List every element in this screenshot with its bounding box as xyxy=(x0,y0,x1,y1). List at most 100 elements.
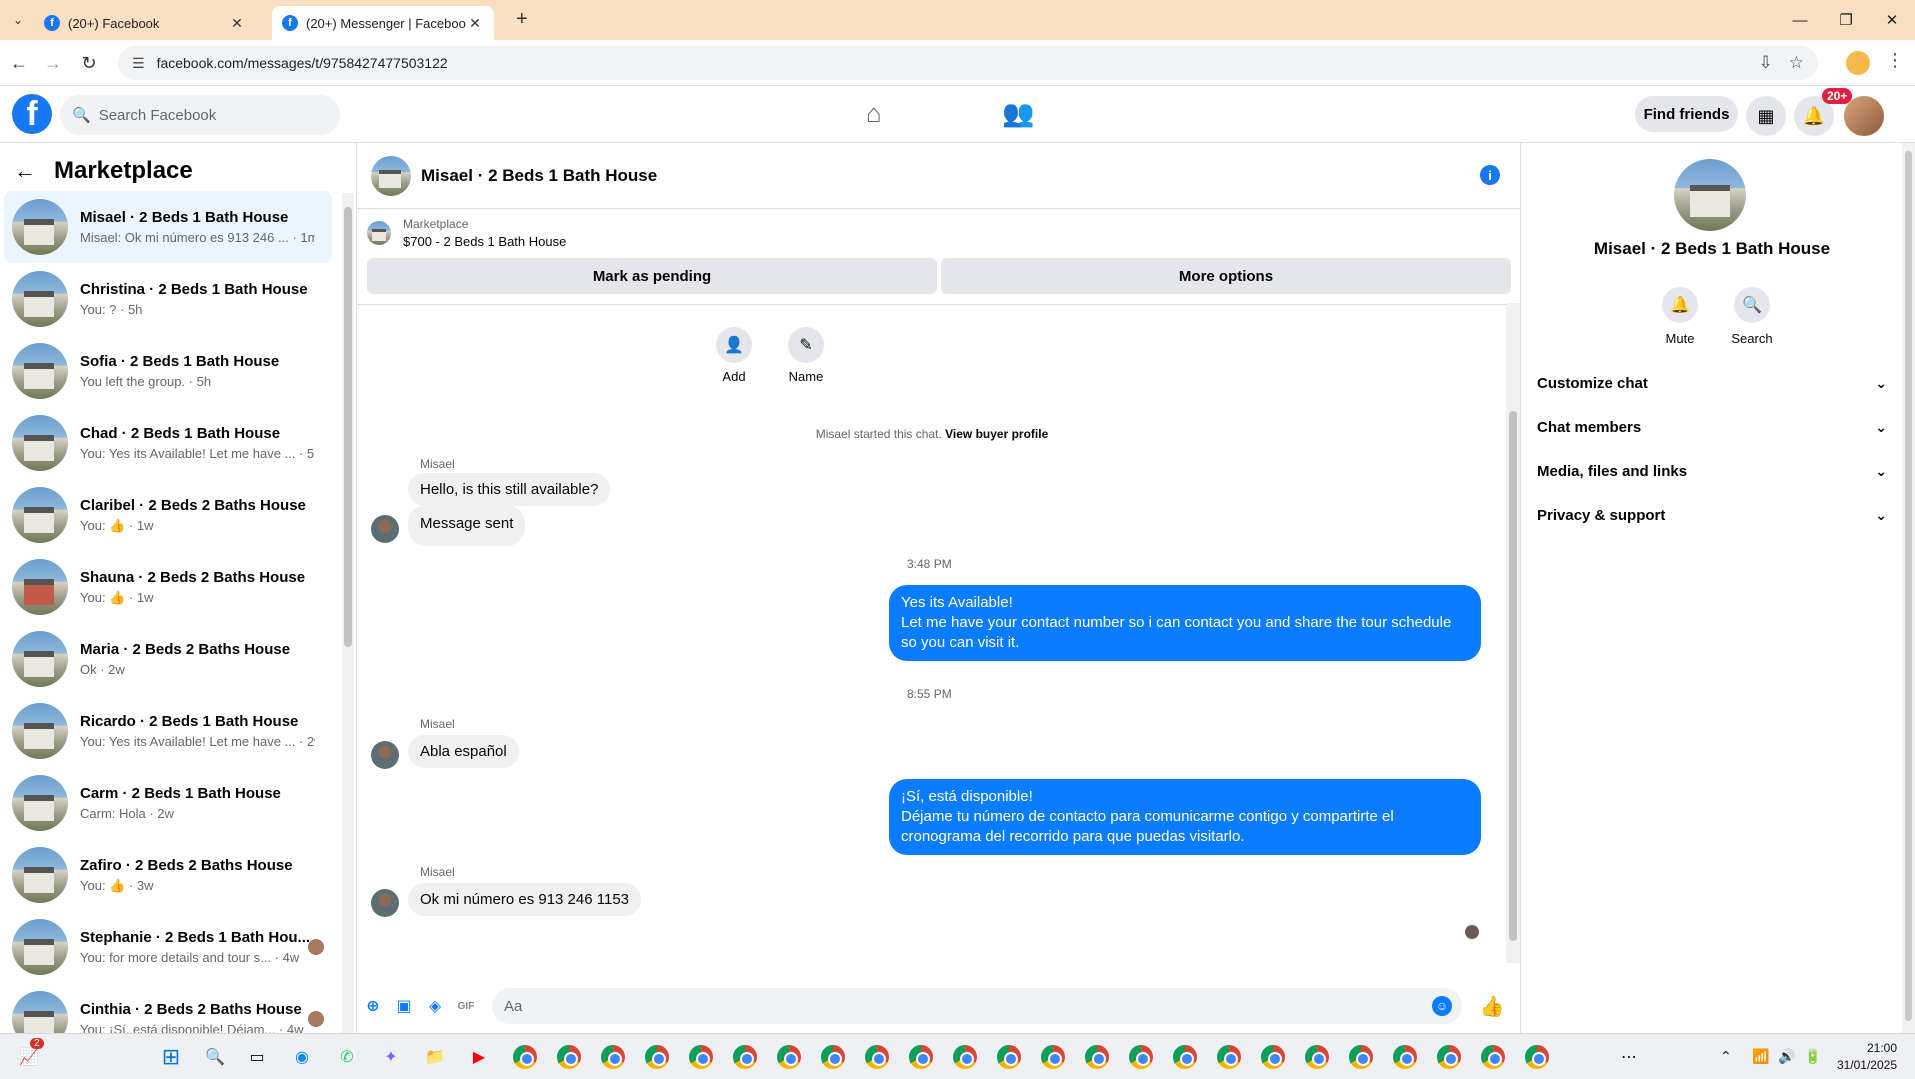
tray-chevron-icon[interactable]: ⌃ xyxy=(1720,1048,1732,1065)
chrome-taskbar-icon[interactable] xyxy=(730,1042,760,1072)
conversation-item[interactable]: Cinthia · 2 Beds 2 Baths House You: ¡Sí, … xyxy=(4,983,332,1033)
chat-members-section[interactable]: Chat members ⌄ xyxy=(1537,409,1887,445)
conversation-item[interactable]: Sofia · 2 Beds 1 Bath House You left the … xyxy=(4,335,332,407)
conversation-item[interactable]: Christina · 2 Beds 1 Bath House You: ? · … xyxy=(4,263,332,335)
system-clock[interactable]: 21:00 31/01/2025 xyxy=(1837,1040,1897,1074)
account-avatar[interactable] xyxy=(1844,96,1884,136)
chrome-taskbar-icon[interactable] xyxy=(906,1042,936,1072)
marketplace-listing-banner[interactable]: Marketplace $700 - 2 Beds 1 Bath House xyxy=(367,217,566,249)
chat-scrollbar[interactable] xyxy=(1506,303,1520,963)
sender-avatar[interactable] xyxy=(371,741,399,769)
tab-search-chevron-icon[interactable]: ⌄ xyxy=(6,8,30,32)
chrome-taskbar-icon[interactable] xyxy=(1302,1042,1332,1072)
mark-as-pending-button[interactable]: Mark as pending xyxy=(367,258,937,294)
conversation-item[interactable]: Carm · 2 Beds 1 Bath House Carm: Hola · 2… xyxy=(4,767,332,839)
chrome-taskbar-icon[interactable] xyxy=(994,1042,1024,1072)
volume-icon[interactable]: 🔊 xyxy=(1778,1048,1795,1065)
close-window-icon[interactable]: ✕ xyxy=(1869,0,1915,40)
chrome-taskbar-icon[interactable] xyxy=(1434,1042,1464,1072)
facebook-logo-icon[interactable]: f xyxy=(12,94,52,134)
chrome-taskbar-icon[interactable] xyxy=(554,1042,584,1072)
chrome-taskbar-icon[interactable] xyxy=(1126,1042,1156,1072)
info-icon[interactable]: i xyxy=(1480,165,1500,185)
chrome-taskbar-icon[interactable] xyxy=(598,1042,628,1072)
media-files-links-section[interactable]: Media, files and links ⌄ xyxy=(1537,453,1887,489)
sidebar-scrollbar[interactable] xyxy=(342,193,354,1033)
chrome-taskbar-icon[interactable] xyxy=(774,1042,804,1072)
outgoing-message[interactable]: Yes its Available! Let me have your cont… xyxy=(889,585,1481,661)
photo-icon[interactable]: ▣ xyxy=(394,996,414,1016)
add-people-button[interactable]: 👤 Add xyxy=(704,327,764,384)
wifi-icon[interactable]: 📶 xyxy=(1752,1048,1769,1065)
conversation-item[interactable]: Ricardo · 2 Beds 1 Bath House You: Yes it… xyxy=(4,695,332,767)
address-bar[interactable]: ☰ facebook.com/messages/t/97584274775031… xyxy=(118,46,1818,80)
site-settings-icon[interactable]: ☰ xyxy=(132,55,145,72)
browser-tab-messenger[interactable]: f (20+) Messenger | Facebook ✕ xyxy=(272,6,494,40)
gif-icon[interactable]: GIF xyxy=(456,996,476,1016)
sender-avatar[interactable] xyxy=(371,515,399,543)
plus-icon[interactable]: ⊕ xyxy=(363,996,383,1016)
new-tab-icon[interactable]: + xyxy=(516,8,528,31)
more-options-button[interactable]: More options xyxy=(941,258,1511,294)
outgoing-message[interactable]: ¡Sí, está disponible! Déjame tu número d… xyxy=(889,779,1481,855)
edge-icon[interactable]: ◉ xyxy=(287,1042,317,1072)
file-explorer-icon[interactable]: 📁 xyxy=(420,1042,450,1072)
conversation-item[interactable]: Stephanie · 2 Beds 1 Bath Hou... You: for… xyxy=(4,911,332,983)
chrome-taskbar-icon[interactable] xyxy=(1390,1042,1420,1072)
browser-menu-icon[interactable]: ⋮ xyxy=(1886,50,1904,71)
chat-title[interactable]: Misael · 2 Beds 1 Bath House xyxy=(421,166,657,186)
name-chat-button[interactable]: ✎ Name xyxy=(776,327,836,384)
thumbs-up-icon[interactable]: 👍 xyxy=(1480,996,1505,1018)
incoming-message[interactable]: Message sent xyxy=(408,505,526,546)
incoming-message[interactable]: Hello, is this still available? xyxy=(408,473,611,506)
privacy-support-section[interactable]: Privacy & support ⌄ xyxy=(1537,497,1887,533)
more-apps-icon[interactable]: ⋯ xyxy=(1614,1042,1644,1072)
chrome-taskbar-icon[interactable] xyxy=(818,1042,848,1072)
chrome-taskbar-icon[interactable] xyxy=(686,1042,716,1072)
whatsapp-icon[interactable]: ✆ xyxy=(332,1042,362,1072)
close-tab-icon[interactable]: ✕ xyxy=(466,15,484,32)
customize-chat-section[interactable]: Customize chat ⌄ xyxy=(1537,365,1887,401)
page-scrollbar[interactable] xyxy=(1902,143,1915,1033)
browser-tab-facebook[interactable]: f (20+) Facebook ✕ xyxy=(34,6,256,40)
youtube-icon[interactable]: ▶ xyxy=(464,1042,494,1072)
mute-button[interactable]: 🔔 Mute xyxy=(1650,287,1710,346)
chrome-taskbar-icon[interactable] xyxy=(1170,1042,1200,1072)
chrome-taskbar-icon[interactable] xyxy=(1522,1042,1552,1072)
conversation-item[interactable]: Maria · 2 Beds 2 Baths House Ok · 2w xyxy=(4,623,332,695)
chrome-taskbar-icon[interactable] xyxy=(1258,1042,1288,1072)
back-arrow-icon[interactable]: ← xyxy=(14,158,36,184)
bookmark-star-icon[interactable]: ☆ xyxy=(1789,53,1804,73)
copilot-icon[interactable]: ✦ xyxy=(376,1042,406,1072)
friends-icon[interactable]: 👥 xyxy=(1002,98,1034,129)
browser-profile-icon[interactable] xyxy=(1846,51,1870,75)
chrome-taskbar-icon[interactable] xyxy=(1214,1042,1244,1072)
conversation-item[interactable]: Chad · 2 Beds 1 Bath House You: Yes its A… xyxy=(4,407,332,479)
incoming-message[interactable]: Ok mi número es 913 246 1153 xyxy=(408,883,642,916)
task-view-icon[interactable]: ▭ xyxy=(242,1042,272,1072)
incoming-message[interactable]: Abla español xyxy=(408,735,519,768)
conversation-item[interactable]: Claribel · 2 Beds 2 Baths House You: 👍 · … xyxy=(4,479,332,551)
chrome-taskbar-icon[interactable] xyxy=(510,1042,540,1072)
conversation-avatar[interactable] xyxy=(1674,159,1746,231)
install-app-icon[interactable]: ⇩ xyxy=(1759,53,1773,73)
taskbar-search-icon[interactable]: 🔍 xyxy=(200,1042,230,1072)
back-arrow-icon[interactable]: ← xyxy=(6,50,32,76)
chrome-taskbar-icon[interactable] xyxy=(1082,1042,1112,1072)
forward-arrow-icon[interactable]: → xyxy=(40,50,66,76)
chrome-taskbar-icon[interactable] xyxy=(862,1042,892,1072)
sender-avatar[interactable] xyxy=(371,889,399,917)
message-input[interactable]: Aa ☺ xyxy=(492,988,1462,1024)
restore-icon[interactable]: ❐ xyxy=(1823,0,1869,40)
conversation-item[interactable]: Zafiro · 2 Beds 2 Baths House You: 👍 · 3w xyxy=(4,839,332,911)
sticker-icon[interactable]: ◈ xyxy=(425,996,445,1016)
chrome-taskbar-icon[interactable] xyxy=(1478,1042,1508,1072)
battery-icon[interactable]: 🔋 xyxy=(1804,1048,1821,1065)
close-tab-icon[interactable]: ✕ xyxy=(228,15,246,32)
search-in-chat-button[interactable]: 🔍 Search xyxy=(1722,287,1782,346)
minimize-icon[interactable]: — xyxy=(1777,0,1823,40)
start-button-icon[interactable]: ⊞ xyxy=(156,1042,186,1072)
conversation-item[interactable]: Misael · 2 Beds 1 Bath House Misael: Ok m… xyxy=(4,191,332,263)
chrome-taskbar-icon[interactable] xyxy=(1038,1042,1068,1072)
facebook-search-input[interactable]: 🔍 Search Facebook xyxy=(60,95,340,135)
